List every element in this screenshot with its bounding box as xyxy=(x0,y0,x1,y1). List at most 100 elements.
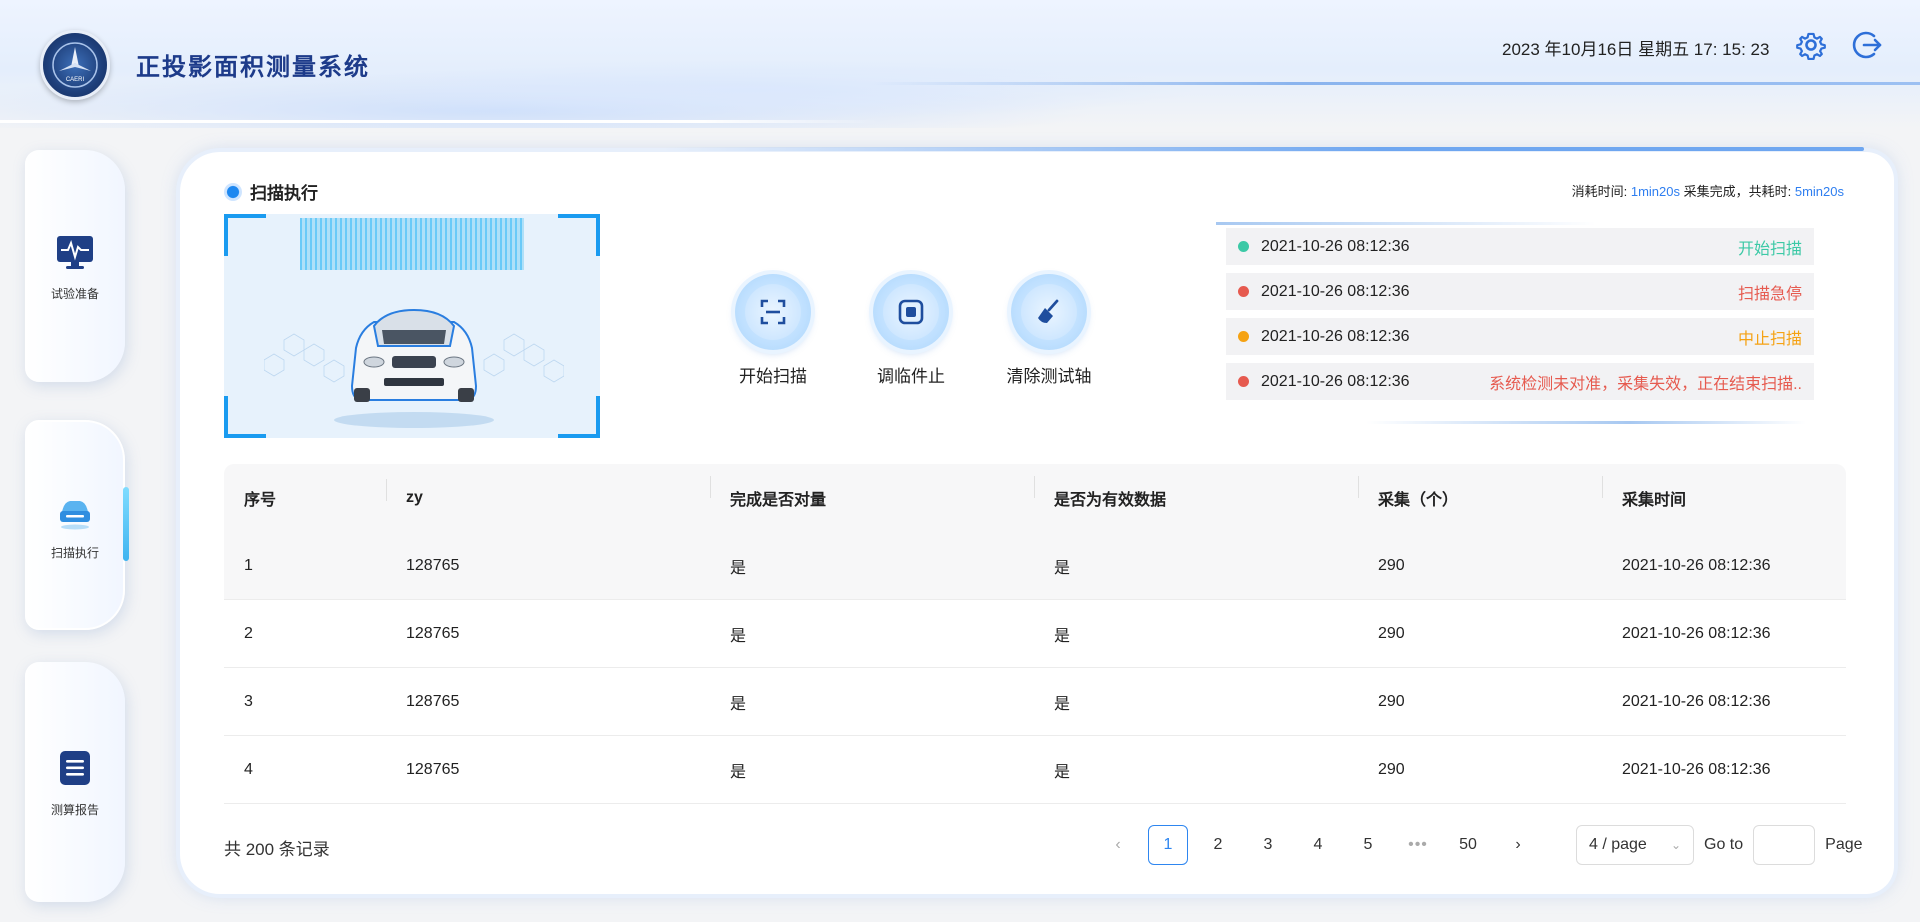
table-cell: 2021-10-26 08:12:36 xyxy=(1622,692,1771,710)
column-header[interactable]: 是否为有效数据 xyxy=(1034,476,1358,510)
page-size-select[interactable]: 4 / page ⌄ xyxy=(1576,825,1694,865)
log-message: 扫描急停 xyxy=(1737,285,1802,303)
table-row[interactable]: 1 128765 是 是 290 2021-10-26 08:12:36 xyxy=(224,532,1846,600)
section-dot-icon xyxy=(224,182,242,201)
caeri-logo: CAERI xyxy=(40,30,110,100)
settings-gear-icon[interactable] xyxy=(1794,28,1828,62)
app-header: CAERI 正投影面积测量系统 2023 年10月16日 星期五 17: 15:… xyxy=(0,0,1920,128)
total-records: 共 200 条记录 xyxy=(224,840,330,859)
start-scan-button-circle[interactable] xyxy=(735,274,811,350)
table-cell: 4 xyxy=(244,760,253,778)
table-cell: 是 xyxy=(730,695,747,713)
table-header: 序号 zy 完成是否对量 是否为有效数据 采集（个） 采集时间 xyxy=(224,464,1846,532)
action-label: 清除测试轴 xyxy=(1006,367,1092,386)
table-cell: 128765 xyxy=(406,556,460,574)
table-cell: 2 xyxy=(244,624,253,642)
logo-emblem-icon: CAERI xyxy=(52,42,98,88)
elapsed-value: 1min20s xyxy=(1630,184,1680,199)
sidebar-item-label: 试验准备 xyxy=(50,286,99,301)
start-scan-button[interactable]: 开始扫描 xyxy=(718,274,828,387)
table-cell: 是 xyxy=(730,763,747,781)
sidebar-item-label: 测算报告 xyxy=(50,802,99,817)
prev-page-chevron-icon[interactable]: ‹ xyxy=(1098,825,1138,865)
table-row[interactable]: 4 128765 是 是 290 2021-10-26 08:12:36 xyxy=(224,736,1846,804)
action-label: 开始扫描 xyxy=(739,367,807,386)
table-cell: 是 xyxy=(1054,695,1071,713)
log-entry: 2021-10-26 08:12:36 系统检测未对准，采集失效，正在结束扫描.… xyxy=(1226,363,1814,400)
page-button[interactable]: 4 xyxy=(1298,825,1338,865)
status-dot-icon xyxy=(1238,331,1249,342)
frame-corner xyxy=(558,214,600,256)
column-header[interactable]: zy xyxy=(386,479,710,507)
action-label: 调临件止 xyxy=(877,367,945,386)
column-header[interactable]: 采集（个） xyxy=(1358,476,1602,510)
page-button[interactable]: 50 xyxy=(1448,825,1488,865)
frame-corner xyxy=(224,396,266,438)
table-cell: 2021-10-26 08:12:36 xyxy=(1622,556,1771,574)
chevron-down-icon: ⌄ xyxy=(1670,838,1681,852)
sidebar-item-scan-exec[interactable]: 扫描执行 xyxy=(25,420,125,630)
monitor-pulse-icon xyxy=(57,235,93,269)
goto-page-input[interactable] xyxy=(1753,825,1816,865)
log-entry: 2021-10-26 08:12:36 开始扫描 xyxy=(1226,228,1814,265)
log-entry: 2021-10-26 08:12:36 中止扫描 xyxy=(1226,318,1814,355)
log-message: 开始扫描 xyxy=(1737,240,1802,258)
log-time: 2021-10-26 08:12:36 xyxy=(1261,237,1410,255)
table-cell: 128765 xyxy=(406,692,460,710)
section-title: 扫描执行 xyxy=(224,179,318,204)
scan-stats: 消耗时间: 1min20s 采集完成，共耗时: 5min20s xyxy=(1572,181,1844,200)
data-table: 序号 zy 完成是否对量 是否为有效数据 采集（个） 采集时间 1 128765… xyxy=(224,464,1846,804)
log-entry: 2021-10-26 08:12:36 扫描急停 xyxy=(1226,273,1814,310)
page-button[interactable]: 1 xyxy=(1148,825,1188,865)
stop-scan-button[interactable]: 调临件止 xyxy=(856,274,966,387)
clear-test-axis-button[interactable]: 清除测试轴 xyxy=(994,274,1104,387)
logout-icon[interactable] xyxy=(1850,28,1884,62)
page-button[interactable]: 3 xyxy=(1248,825,1288,865)
sidebar-item-test-prep[interactable]: 试验准备 xyxy=(25,150,125,382)
header-datetime: 2023 年10月16日 星期五 17: 15: 23 xyxy=(1502,40,1770,59)
next-page-chevron-icon[interactable]: › xyxy=(1498,825,1538,865)
table-cell: 290 xyxy=(1378,692,1405,710)
frame-corner xyxy=(558,396,600,438)
scan-preview xyxy=(224,214,600,438)
scan-frame-icon xyxy=(760,299,786,325)
table-cell: 是 xyxy=(1054,627,1071,645)
table-cell: 290 xyxy=(1378,556,1405,574)
table-cell: 是 xyxy=(1054,559,1071,577)
stop-scan-button-circle[interactable] xyxy=(873,274,949,350)
status-dot-icon xyxy=(1238,241,1249,252)
car-model-image xyxy=(264,308,564,428)
table-cell: 是 xyxy=(1054,763,1071,781)
page-button[interactable]: 5 xyxy=(1348,825,1388,865)
pagination: ‹ 1 2 3 4 5 ••• 50 › 4 / page ⌄ Go to Pa… xyxy=(1098,825,1863,865)
total-time-value: 5min20s xyxy=(1794,184,1844,199)
done-label: 采集完成，共耗时: xyxy=(1683,184,1792,199)
main-panel: 扫描执行 消耗时间: 1min20s 采集完成，共耗时: 5min20s 开始扫… xyxy=(180,147,1894,894)
clear-test-axis-button-circle[interactable] xyxy=(1011,274,1087,350)
sidebar-item-report[interactable]: 测算报告 xyxy=(25,662,125,902)
header-divider xyxy=(870,82,1920,85)
page-ellipsis[interactable]: ••• xyxy=(1398,825,1438,865)
stop-square-icon xyxy=(898,299,924,325)
page-button[interactable]: 2 xyxy=(1198,825,1238,865)
table-cell: 128765 xyxy=(406,624,460,642)
logo-text: CAERI xyxy=(66,77,85,83)
status-dot-icon xyxy=(1238,376,1249,387)
table-cell: 290 xyxy=(1378,760,1405,778)
table-cell: 128765 xyxy=(406,760,460,778)
header-divider xyxy=(0,120,880,123)
table-cell: 2021-10-26 08:12:36 xyxy=(1622,760,1771,778)
log-time: 2021-10-26 08:12:36 xyxy=(1261,372,1410,390)
page-label: Page xyxy=(1825,836,1863,853)
log-time: 2021-10-26 08:12:36 xyxy=(1261,282,1410,300)
frame-corner xyxy=(224,214,266,256)
column-header[interactable]: 序号 xyxy=(224,486,386,510)
table-cell: 是 xyxy=(730,559,747,577)
table-row[interactable]: 2 128765 是 是 290 2021-10-26 08:12:36 xyxy=(224,600,1846,668)
column-header[interactable]: 完成是否对量 xyxy=(710,476,1034,510)
goto-label: Go to xyxy=(1704,836,1744,853)
header-wave-decoration xyxy=(300,60,1200,120)
table-row[interactable]: 3 128765 是 是 290 2021-10-26 08:12:36 xyxy=(224,668,1846,736)
page-size-value: 4 / page xyxy=(1589,836,1647,853)
column-header[interactable]: 采集时间 xyxy=(1602,476,1846,510)
